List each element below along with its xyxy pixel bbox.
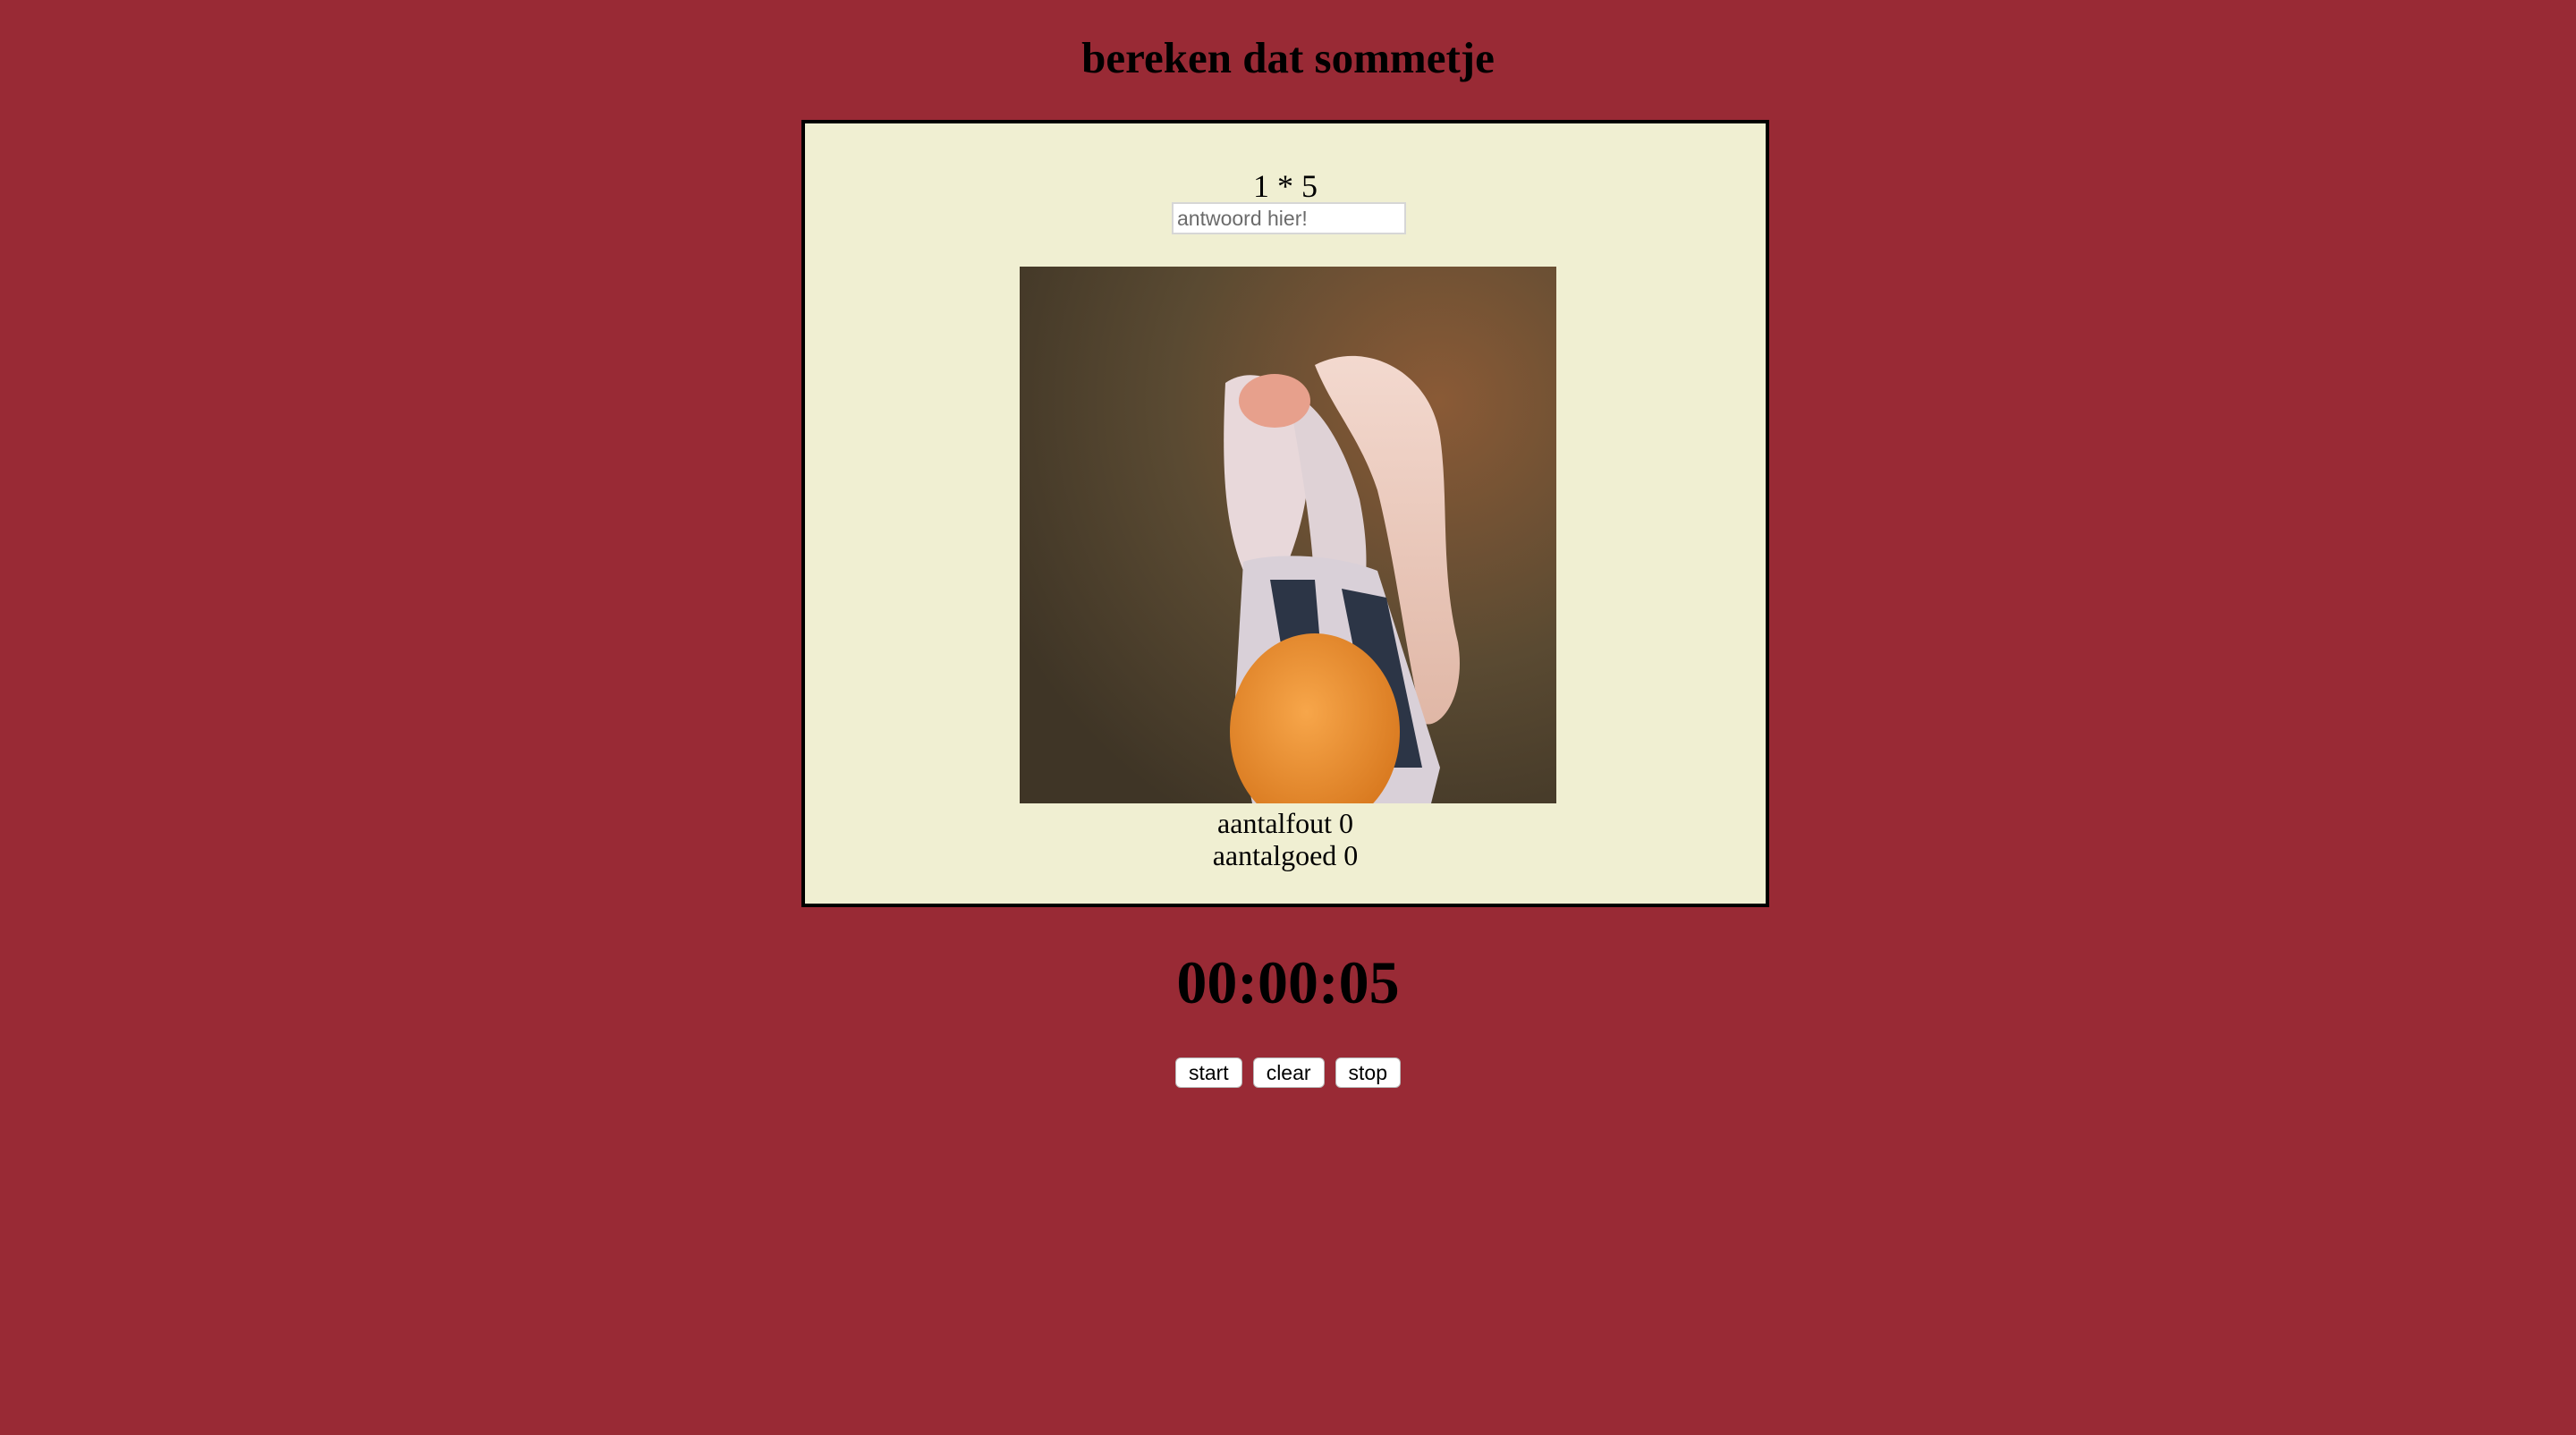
right-count-row: aantalgoed 0 <box>805 839 1766 871</box>
answer-input[interactable] <box>1172 202 1406 234</box>
right-count-value: 0 <box>1343 839 1359 871</box>
wrong-count-row: aantalfout 0 <box>805 807 1766 839</box>
stop-button[interactable]: stop <box>1335 1057 1402 1088</box>
score-stats: aantalfout 0 aantalgoed 0 <box>805 807 1766 871</box>
quiz-panel: 1 * 5 antwoord hier! aantalfout 0 aantal… <box>801 120 1769 907</box>
wrong-count-value: 0 <box>1338 807 1353 839</box>
right-count-label: aantalgoed <box>1212 839 1337 871</box>
timer-display: 00:00:05 <box>1176 948 1400 1016</box>
celebration-image <box>1020 267 1556 803</box>
clear-button[interactable]: clear <box>1252 1057 1325 1088</box>
wrong-count-label: aantalfout <box>1217 807 1332 839</box>
start-button[interactable]: start <box>1174 1057 1242 1088</box>
page: bereken dat sommetje 1 * 5 antwoord hier… <box>0 0 2576 1435</box>
page-title: bereken dat sommetje <box>1081 33 1495 82</box>
timer-controls: start clear stop <box>0 1057 2576 1088</box>
celebration-image-graphic <box>1020 267 1556 803</box>
